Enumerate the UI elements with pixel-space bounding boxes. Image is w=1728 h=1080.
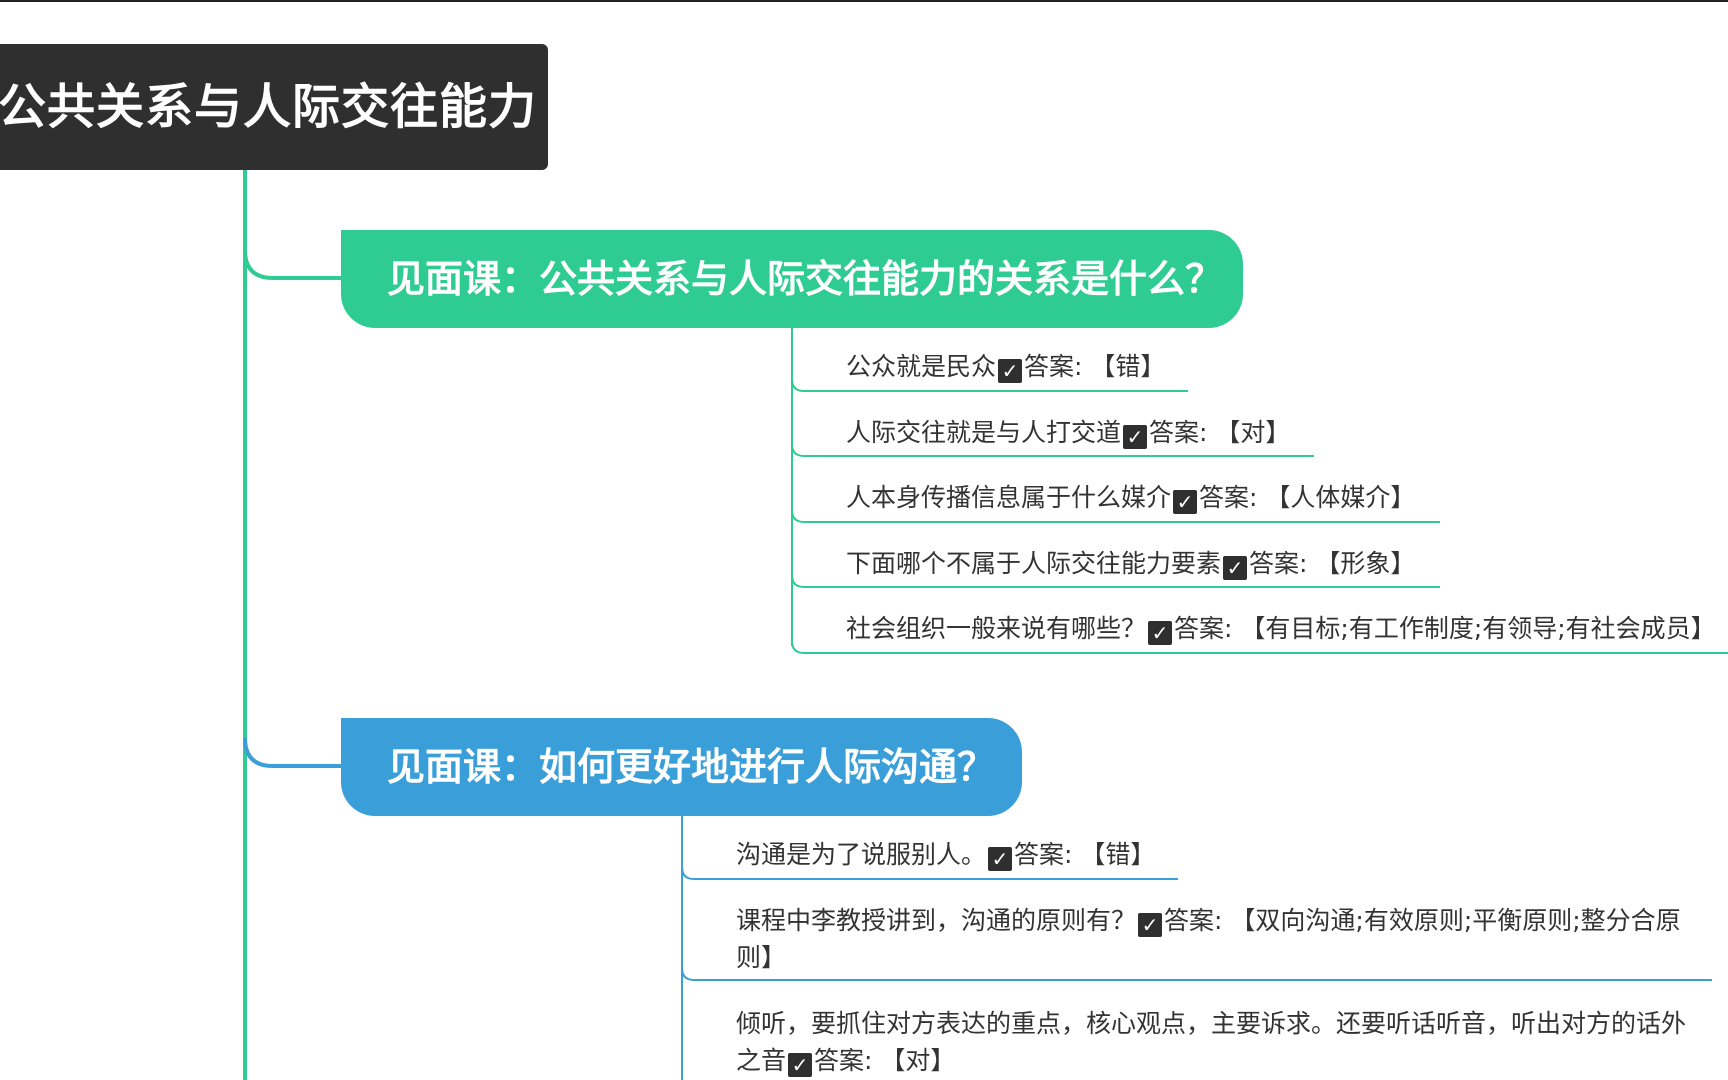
mindmap-canvas: 公共关系与人际交往能力 见面课：公共关系与人际交往能力的关系是什么？ 公众就是民… (0, 0, 1728, 1080)
answer-label: 答案: (814, 1046, 873, 1075)
question-text: 倾听，要抓住对方表达的重点，核心观点，主要诉求。还要听话听音，听出对方的话外 (736, 1009, 1687, 1038)
topic1-item-5[interactable]: 社会组织一般来说有哪些？ ✓ 答案: 【有目标;有工作制度;有领导;有社会成员】 (846, 610, 1716, 647)
checkbox-checked-icon: ✓ (988, 847, 1013, 871)
checkbox-checked-icon: ✓ (1173, 490, 1198, 514)
topic1-item-4[interactable]: 下面哪个不属于人际交往能力要素 ✓ 答案: 【形象】 (846, 545, 1415, 582)
question-text: 下面哪个不属于人际交往能力要素 (846, 549, 1222, 578)
answer-text: 【错】 (1080, 840, 1156, 869)
checkbox-checked-icon: ✓ (788, 1053, 813, 1077)
answer-label: 答案: (1024, 352, 1083, 381)
question-text: 沟通是为了说服别人。 (736, 840, 987, 869)
checkbox-checked-icon: ✓ (1138, 913, 1163, 937)
topic-2[interactable]: 见面课：如何更好地进行人际沟通？ (341, 718, 1022, 816)
answer-label: 答案: (1249, 549, 1308, 578)
root-topic[interactable]: 公共关系与人际交往能力 (0, 44, 548, 170)
answer-text: 【形象】 (1315, 549, 1416, 578)
answer-text-continued: 则】 (736, 943, 787, 972)
question-text-continued-line: 之音 ✓ 答案: 【对】 (736, 1042, 1686, 1079)
answer-text: 【有目标;有工作制度;有领导;有社会成员】 (1240, 614, 1716, 643)
topic2-item-2[interactable]: 课程中李教授讲到，沟通的原则有？ ✓ 答案: 【双向沟通;有效原则;平衡原则;整分合… (736, 902, 1681, 976)
topic1-item-1[interactable]: 公众就是民众 ✓ 答案: 【错】 (846, 348, 1165, 385)
branch-topic-2 (243, 737, 341, 768)
answer-text: 【人体媒介】 (1265, 483, 1416, 512)
topic2-item-3[interactable]: 倾听，要抓住对方表达的重点，核心观点，主要诉求。还要听话听音，听出对方的话外 之… (736, 1005, 1686, 1079)
question-text: 人际交往就是与人打交道 (846, 418, 1122, 447)
checkbox-checked-icon: ✓ (1148, 621, 1173, 645)
topic1-item-3[interactable]: 人本身传播信息属于什么媒介 ✓ 答案: 【人体媒介】 (846, 479, 1415, 516)
answer-label: 答案: (1164, 906, 1223, 935)
answer-label: 答案: (1149, 418, 1208, 447)
answer-text: 【双向沟通;有效原则;平衡原则;整分合原 (1230, 906, 1681, 935)
answer-text: 【对】 (1215, 418, 1291, 447)
answer-label: 答案: (1014, 840, 1073, 869)
checkbox-checked-icon: ✓ (998, 359, 1023, 383)
answer-text: 【对】 (880, 1046, 956, 1075)
answer-label: 答案: (1174, 614, 1233, 643)
checkbox-checked-icon: ✓ (1123, 425, 1148, 449)
question-text: 课程中李教授讲到，沟通的原则有？ (736, 906, 1137, 935)
topic1-item-2[interactable]: 人际交往就是与人打交道 ✓ 答案: 【对】 (846, 414, 1290, 451)
answer-text: 【错】 (1090, 352, 1166, 381)
topic2-item-1[interactable]: 沟通是为了说服别人。 ✓ 答案: 【错】 (736, 836, 1155, 873)
question-text: 社会组织一般来说有哪些？ (846, 614, 1147, 643)
question-text: 公众就是民众 (846, 352, 997, 381)
checkbox-checked-icon: ✓ (1223, 556, 1248, 580)
question-text: 人本身传播信息属于什么媒介 (846, 483, 1172, 512)
answer-label: 答案: (1199, 483, 1258, 512)
question-text-continued: 之音 (736, 1046, 787, 1075)
topic-1[interactable]: 见面课：公共关系与人际交往能力的关系是什么？ (341, 230, 1243, 328)
branch-topic-1 (243, 249, 341, 280)
